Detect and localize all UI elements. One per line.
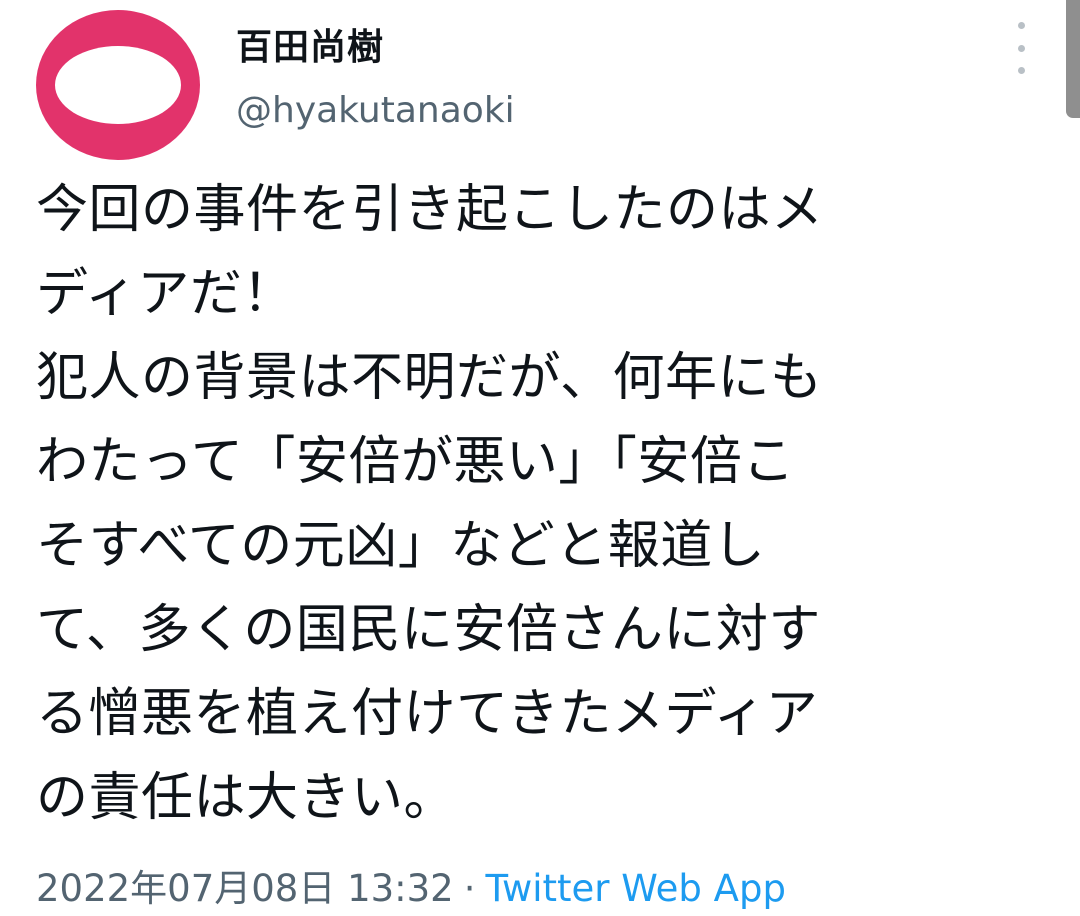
more-vertical-icon-dot [1017,67,1025,74]
author-handle[interactable]: @hyakutanaoki [236,90,515,131]
more-vertical-icon-dot [1017,44,1025,52]
tweet-text-line: 今回の事件を引き起こしたのはメ [36,180,824,240]
tweet-source-link[interactable]: Twitter Web App [485,867,785,910]
meta-separator: · [463,867,476,910]
tweet-text-line: の責任は大きい。 [36,768,457,828]
more-options-button[interactable] [1006,22,1036,74]
avatar-image [55,46,181,124]
tweet-text-line: わたって「安倍が悪い」「安倍こ [36,432,795,492]
tweet-text-line: る憎悪を植え付けてきたメディア [36,684,819,744]
author-avatar[interactable] [36,10,200,160]
more-vertical-icon [1017,22,1025,29]
author-display-name[interactable]: 百田尚樹 [236,18,384,70]
tweet-text-line: て、多くの国民に安倍さんに対す [36,600,821,660]
tweet-text-line: ディアだ！ [36,264,295,324]
tweet-text-line: 犯人の背景は不明だが、何年にも [36,348,823,408]
tweet-text-line: そすべての元凶」などと報道し [36,516,766,576]
scrollbar-thumb[interactable] [1066,0,1080,118]
tweet-timestamp[interactable]: 2022年07月08日 13:32 [36,867,454,910]
tweet-text: 今回の事件を引き起こしたのはメ ディアだ！ 犯人の背景は不明だが、何年にも わた… [36,168,1046,840]
tweet-meta: 2022年07月08日 13:32 · Twitter Web App [36,858,786,912]
